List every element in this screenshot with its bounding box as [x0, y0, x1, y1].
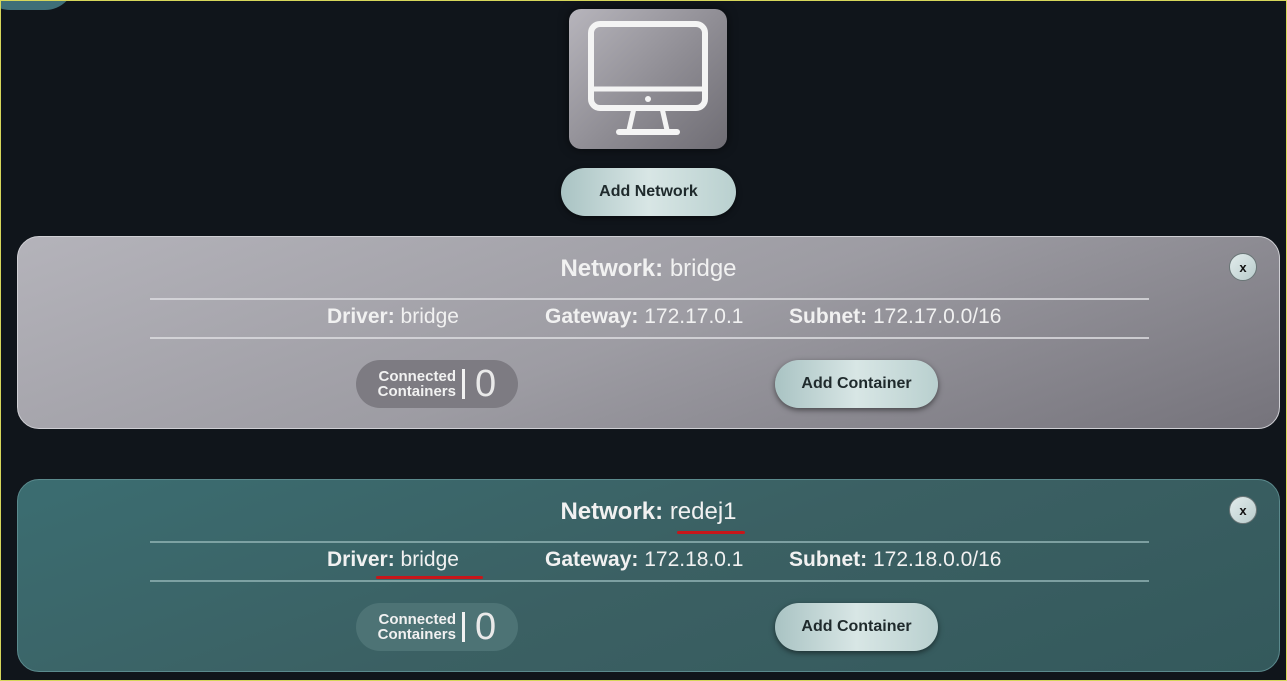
add-container-button[interactable]: Add Container: [775, 360, 938, 408]
gateway-info: Gateway: 172.17.0.1: [545, 305, 743, 329]
subnet-value: 172.18.0.0/16: [873, 548, 1002, 571]
driver-value: bridge: [400, 305, 459, 328]
close-network-button[interactable]: x: [1229, 496, 1257, 524]
badge-separator: [462, 612, 465, 642]
driver-label: Driver:: [327, 548, 395, 571]
network-name: bridge: [669, 255, 737, 282]
badge-separator: [462, 369, 465, 399]
network-card-redej1: Network: redej1 x Driver: bridge Gateway…: [17, 479, 1280, 672]
driver-label: Driver:: [327, 305, 395, 328]
connected-containers-badge: Connected Containers 0: [356, 603, 518, 651]
divider: [150, 580, 1149, 582]
network-title: Network: redej1: [18, 498, 1279, 526]
red-underline-annotation: [376, 576, 483, 579]
connected-containers-label: Connected Containers: [376, 369, 456, 399]
corner-decoration: [0, 0, 75, 10]
gateway-label: Gateway:: [545, 305, 639, 328]
connected-containers-label: Connected Containers: [376, 612, 456, 642]
connected-label-line1: Connected: [378, 368, 456, 385]
network-name: redej1: [669, 498, 737, 525]
gateway-value: 172.17.0.1: [644, 305, 744, 328]
gateway-info: Gateway: 172.18.0.1: [545, 548, 743, 572]
subnet-info: Subnet: 172.17.0.0/16: [789, 305, 1001, 329]
connected-containers-badge: Connected Containers 0: [356, 360, 518, 408]
subnet-label: Subnet:: [789, 548, 868, 571]
gateway-label: Gateway:: [545, 548, 639, 571]
add-container-button[interactable]: Add Container: [775, 603, 938, 651]
subnet-value: 172.17.0.0/16: [873, 305, 1002, 328]
driver-value: bridge: [400, 548, 459, 571]
driver-info: Driver: bridge: [327, 548, 459, 572]
divider: [150, 298, 1149, 300]
network-title-label: Network:: [560, 255, 664, 282]
add-network-button[interactable]: Add Network: [561, 168, 736, 216]
subnet-label: Subnet:: [789, 305, 868, 328]
red-underline-annotation: [677, 531, 745, 534]
subnet-info: Subnet: 172.18.0.0/16: [789, 548, 1001, 572]
connected-containers-count: 0: [475, 362, 497, 405]
connected-label-line1: Connected: [378, 611, 456, 628]
network-title: Network: bridge: [18, 255, 1279, 283]
gateway-value: 172.18.0.1: [644, 548, 744, 571]
connected-label-line2: Containers: [377, 626, 456, 643]
network-title-label: Network:: [560, 498, 664, 525]
divider: [150, 337, 1149, 339]
connected-containers-count: 0: [475, 605, 497, 648]
monitor-tile[interactable]: [569, 9, 727, 149]
connected-label-line2: Containers: [377, 383, 456, 400]
network-card-bridge: Network: bridge x Driver: bridge Gateway…: [17, 236, 1280, 429]
divider: [150, 541, 1149, 543]
driver-info: Driver: bridge: [327, 305, 459, 329]
monitor-icon: [588, 21, 708, 135]
close-network-button[interactable]: x: [1229, 253, 1257, 281]
